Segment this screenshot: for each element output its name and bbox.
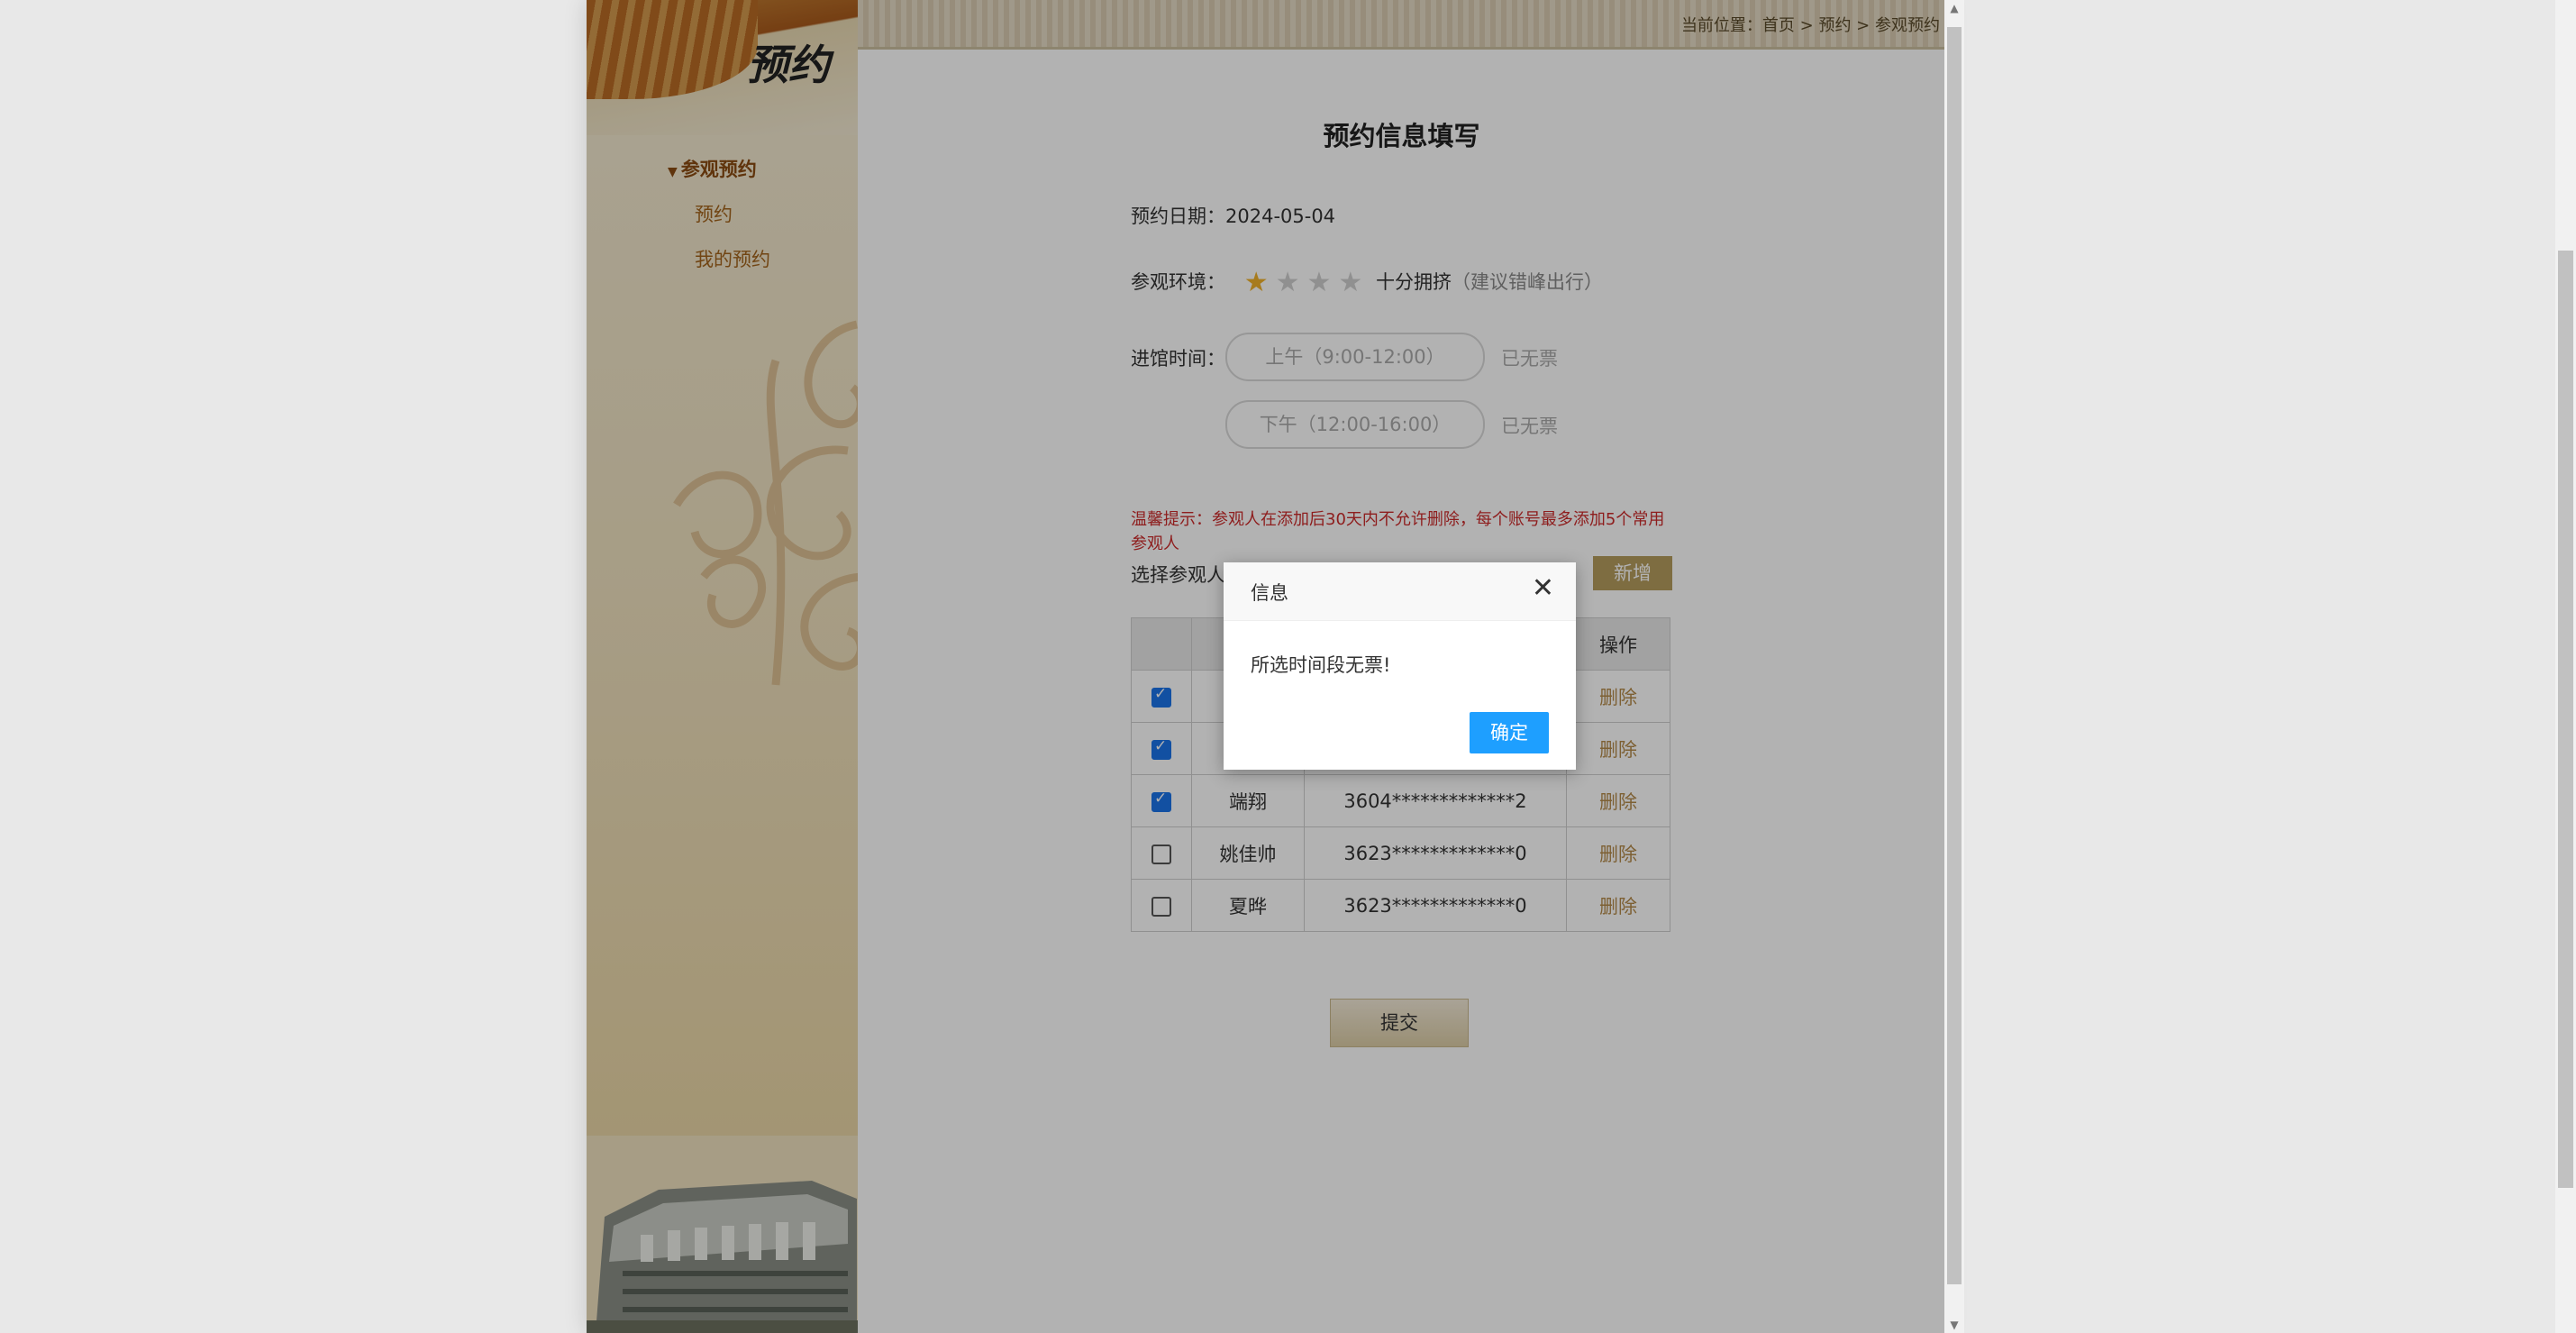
page-scrollbar-thumb[interactable] <box>2558 251 2573 1188</box>
dialog-header: 信息 ✕ <box>1224 562 1576 621</box>
scroll-up-icon[interactable]: ▲ <box>1944 2 1964 14</box>
info-dialog: 信息 ✕ 所选时间段无票! 确定 <box>1224 562 1576 770</box>
close-icon[interactable]: ✕ <box>1532 575 1554 602</box>
frame-scrollbar-thumb[interactable] <box>1947 27 1962 1284</box>
confirm-button[interactable]: 确定 <box>1470 712 1549 753</box>
page-scrollbar[interactable] <box>2555 0 2576 1333</box>
frame-scrollbar[interactable]: ▲ ▼ <box>1944 0 1964 1333</box>
dialog-title: 信息 <box>1251 582 1288 604</box>
dialog-message: 所选时间段无票! <box>1251 654 1391 676</box>
scroll-down-icon[interactable]: ▼ <box>1944 1319 1964 1331</box>
